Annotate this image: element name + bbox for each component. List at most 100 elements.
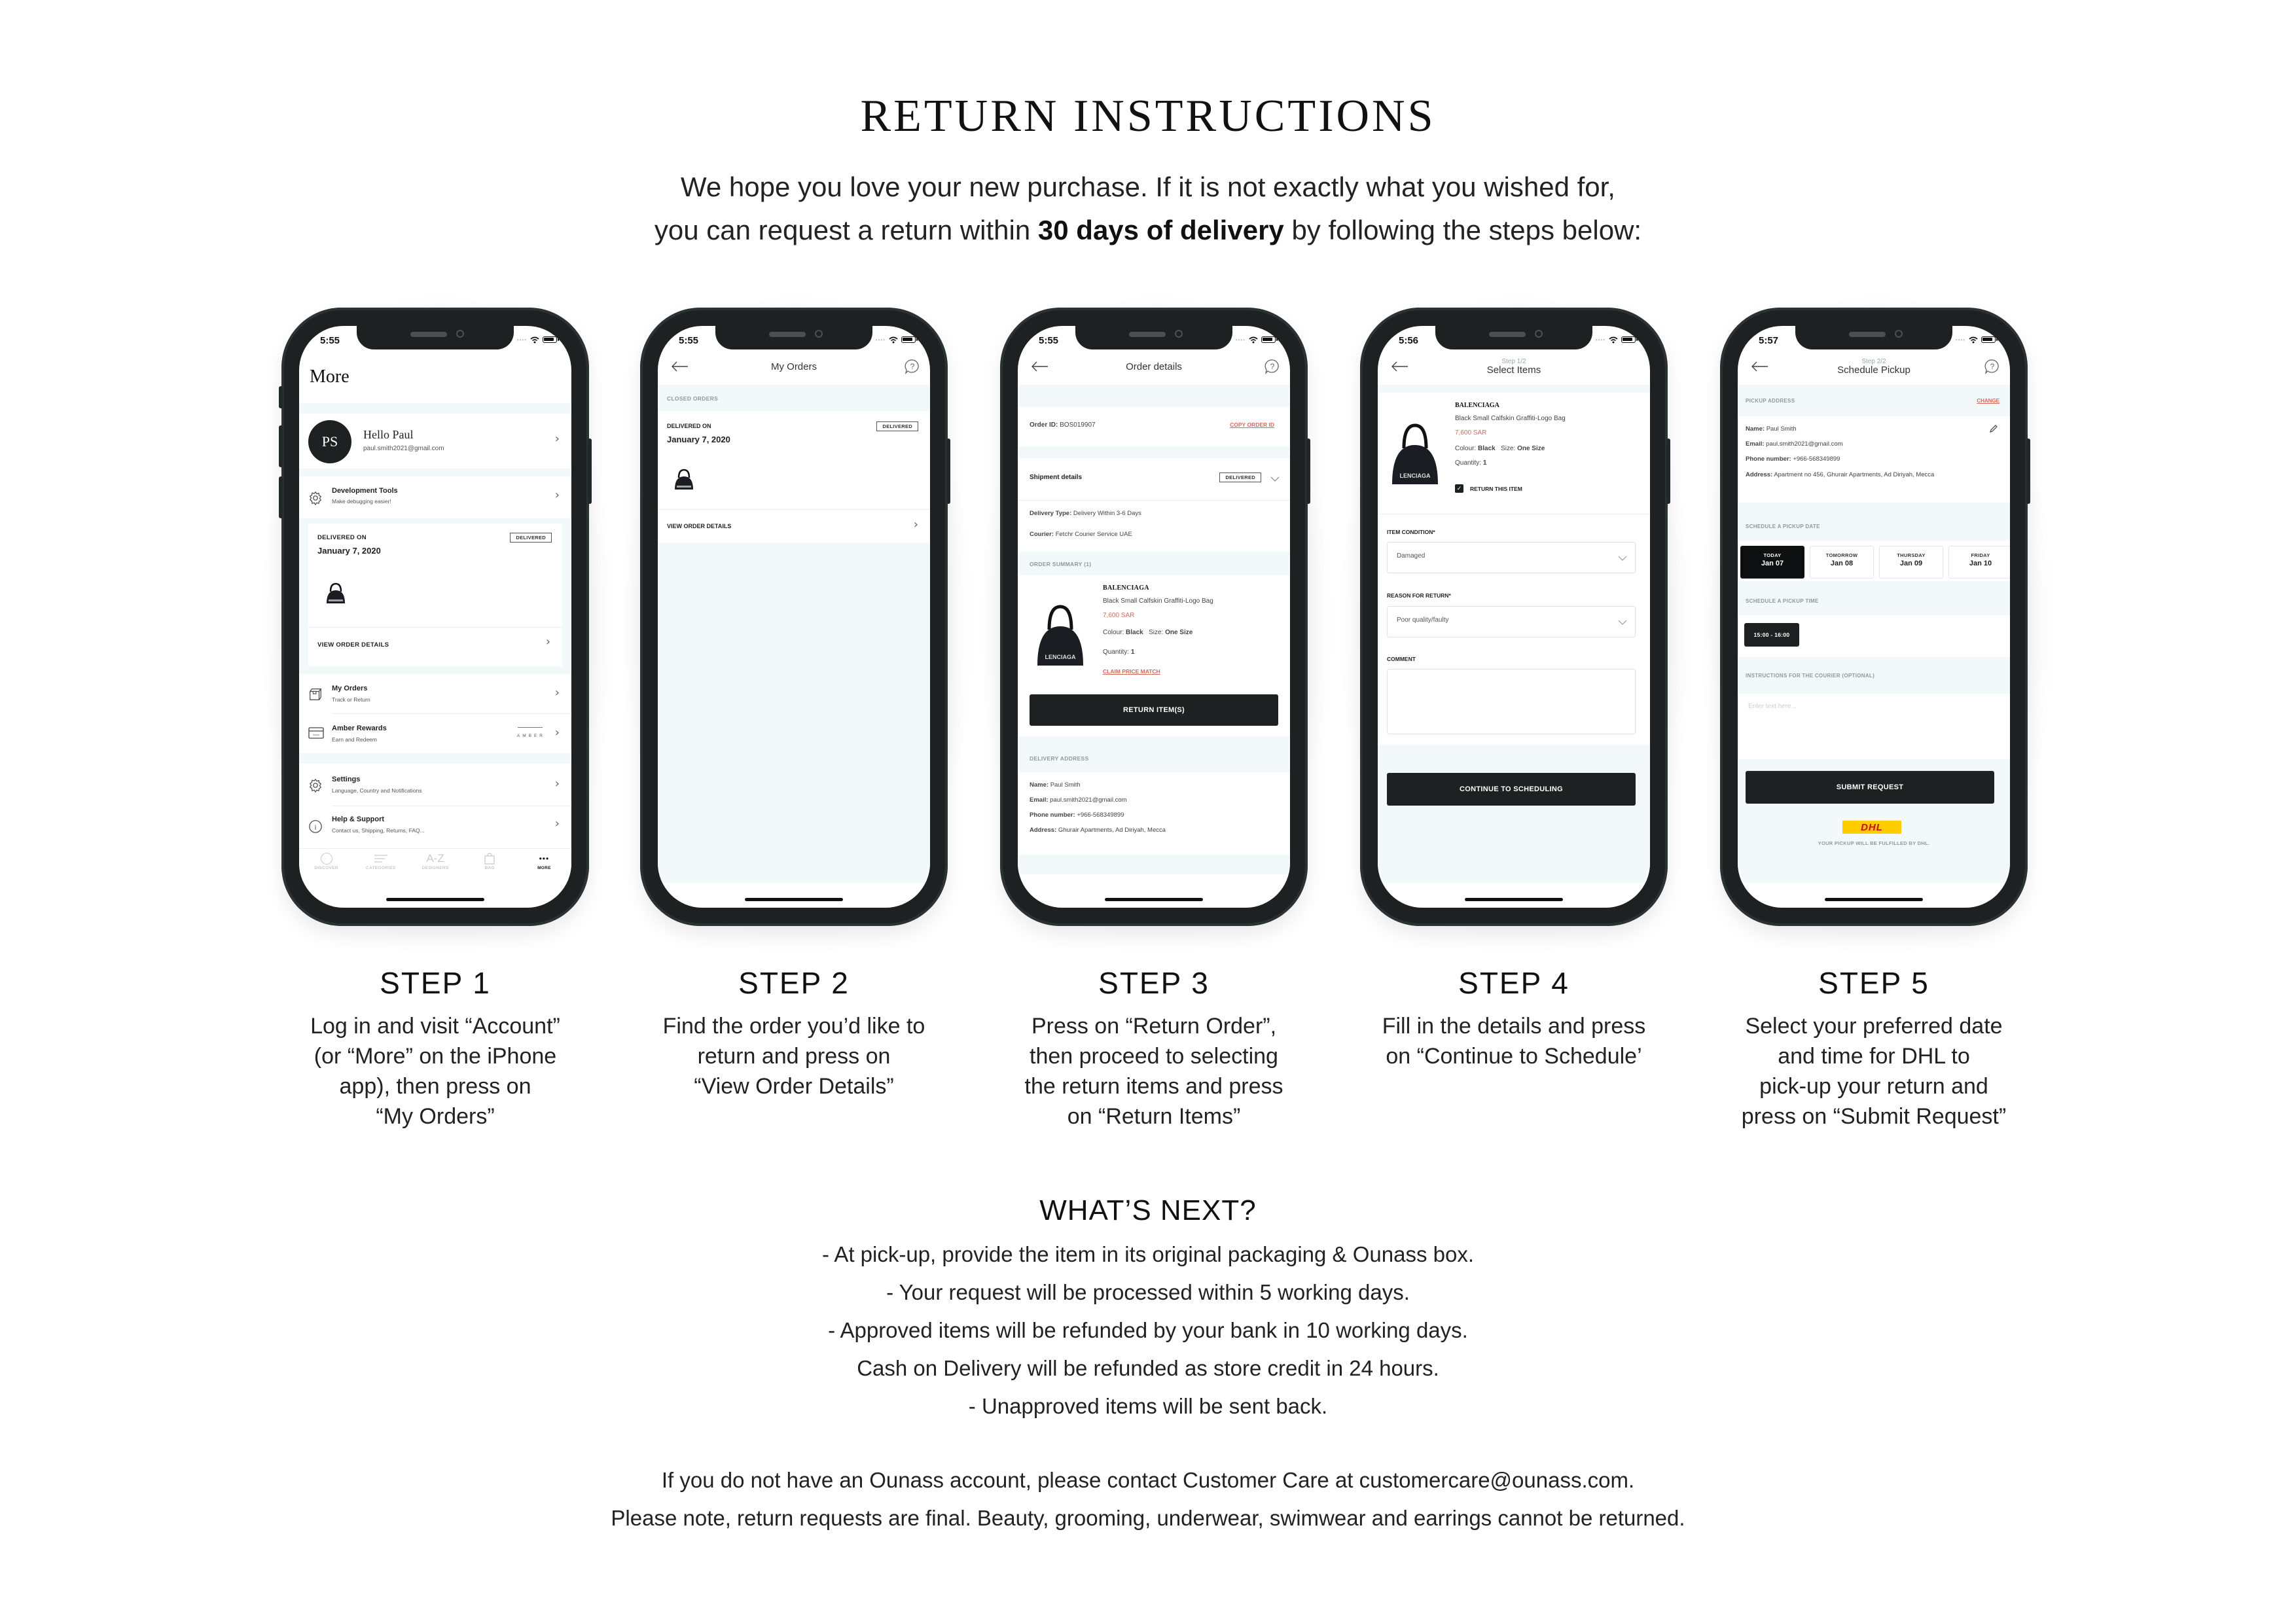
screen-title: Order details — [1126, 361, 1182, 372]
comment-textarea[interactable] — [1387, 669, 1636, 734]
screen-title: Schedule Pickup — [1837, 365, 1910, 376]
section-header: SCHEDULE A PICKUP DATE — [1738, 503, 2010, 541]
step-5-description: Select your preferred date and time for … — [1741, 1014, 2007, 1129]
submit-request-button[interactable]: SUBMIT REQUEST — [1746, 771, 1994, 804]
closed-orders-label: CLOSED ORDERS — [667, 395, 719, 402]
power-button — [588, 438, 592, 504]
whats-next-line: - Approved items will be refunded by you… — [828, 1318, 1468, 1342]
menu-item-subtitle: Earn and Redeem — [332, 736, 377, 743]
continue-to-scheduling-button[interactable]: CONTINUE TO SCHEDULING — [1387, 773, 1636, 806]
speaker — [1489, 332, 1526, 337]
silent-switch — [279, 386, 283, 408]
help-icon[interactable]: ? — [1984, 359, 2001, 374]
empty-area — [658, 543, 930, 883]
footer-contact: If you do not have an Ounass account, pl… — [661, 1468, 1635, 1492]
amber-logo-mark — [518, 727, 543, 728]
tab-designers[interactable]: A-Z DESIGNERS — [408, 849, 462, 882]
shipment-details-row[interactable]: Shipment details DELIVERED — [1018, 458, 1290, 500]
chevron-down-icon — [1618, 620, 1627, 625]
tab-label: CATEGORIES — [366, 866, 396, 870]
menu-item-title: Settings — [332, 776, 361, 783]
dev-tools-row[interactable]: Development Tools Make debugging easier!… — [299, 476, 571, 518]
home-indicator — [386, 898, 484, 901]
tab-categories[interactable]: CATEGORIES — [353, 849, 408, 882]
phone-frame: 5:55 •••• More PS Hello Paul paul.smith2… — [279, 308, 592, 926]
signal-dots-icon: •••• — [1235, 336, 1246, 343]
date-chip[interactable]: FRIDAY Jan 10 — [1948, 546, 2010, 579]
handbag-image: LENCIAGA — [1037, 605, 1083, 666]
reason-label: REASON FOR RETURN* — [1387, 592, 1451, 599]
quantity-value: 1 — [1482, 459, 1487, 467]
date-chip[interactable]: THURSDAY Jan 09 — [1879, 546, 1943, 579]
return-this-item-checkbox[interactable]: ✓ RETURN THIS ITEM — [1455, 484, 1522, 493]
tab-bag[interactable]: BAG — [463, 849, 517, 882]
date-chip[interactable]: TOMORROW Jan 08 — [1810, 546, 1874, 579]
whats-next-line: - At pick-up, provide the item in its or… — [821, 1242, 1474, 1266]
tab-discover[interactable]: DISCOVER — [299, 849, 353, 882]
order-card[interactable]: DELIVERED ON January 7, 2020 DELIVERED V… — [308, 524, 562, 666]
product-brand: BALENCIAGA — [1103, 584, 1149, 592]
colour-value: Black — [1478, 445, 1496, 452]
back-arrow-icon[interactable] — [1749, 359, 1770, 374]
tab-more[interactable]: ••• MORE — [517, 849, 571, 882]
menu-item-settings[interactable]: Settings Language, Country and Notificat… — [299, 764, 571, 806]
profile-greeting: Hello Paul — [363, 428, 414, 441]
product-attributes: Colour: Black Size: One Size — [1103, 629, 1193, 636]
screen-schedule-pickup: 5:57 •••• Step 2/2 Schedule Pickup ? PICK… — [1738, 326, 2010, 908]
date-picker: TODAY Jan 07 TOMORROW Jan 08 THURSDAY Jan 09 F… — [1738, 541, 2010, 581]
item-condition-select[interactable]: Damaged — [1387, 542, 1636, 573]
time-slot-chip[interactable]: 15:00 - 16:00 — [1744, 623, 1799, 647]
back-arrow-icon[interactable] — [1390, 359, 1410, 374]
order-id-label: Order ID: — [1030, 421, 1058, 429]
menu-item-amber-rewards[interactable]: Amber Rewards Earn and Redeem AMBER › — [299, 714, 571, 753]
product-name: Black Small Calfskin Graffiti-Logo Bag — [1455, 415, 1566, 422]
menu-item-help-support[interactable]: i Help & Support Contact us, Shipping, R… — [299, 806, 571, 848]
name-label: Name: — [1746, 425, 1765, 433]
view-order-details-link[interactable]: VIEW ORDER DETAILS — [317, 641, 389, 649]
product-quantity: Quantity: 1 — [1103, 649, 1134, 656]
change-address-link[interactable]: CHANGE — [1977, 398, 2000, 404]
order-card[interactable]: DELIVERED ON January 7, 2020 DELIVERED — [658, 411, 930, 509]
tab-label: BAG — [484, 866, 495, 870]
instructions-input[interactable]: Enter text here... — [1738, 694, 2010, 759]
view-order-details-row[interactable]: VIEW ORDER DETAILS › — [658, 510, 930, 543]
help-icon[interactable]: ? — [904, 359, 921, 374]
screen-more: 5:55 •••• More PS Hello Paul paul.smith2… — [299, 326, 571, 908]
step-4-title: STEP 4 — [1458, 966, 1570, 1000]
camera — [1895, 330, 1903, 338]
status-time: 5:55 — [679, 335, 699, 346]
profile-email: paul.smith2021@gmail.com — [363, 445, 444, 452]
back-arrow-icon[interactable] — [670, 359, 691, 374]
phone-label: Phone number: — [1030, 812, 1075, 819]
copy-order-id-link[interactable]: COPY ORDER ID — [1230, 421, 1274, 428]
address-line: Address: Apartment no 456, Ghurair Apart… — [1746, 471, 1955, 480]
gear-icon — [309, 491, 322, 505]
phone-step-2: 5:55 •••• My Orders ? CLOSED ORDERS DELI… — [620, 294, 974, 955]
gear-icon — [309, 778, 322, 793]
intro-text: you can request a return within — [654, 215, 1038, 245]
product-attributes: Colour: Black Size: One Size — [1455, 445, 1545, 452]
chevron-right-icon: › — [554, 686, 560, 700]
intro-text: by following the steps below: — [1283, 215, 1642, 245]
notch — [1435, 326, 1592, 349]
reason-select[interactable]: Poor quality/faulty — [1387, 606, 1636, 637]
back-arrow-icon[interactable] — [1030, 359, 1050, 374]
section-header: ORDER SUMMARY (1) — [1018, 552, 1290, 575]
menu-item-my-orders[interactable]: My Orders Track or Return › — [299, 674, 571, 713]
pencil-edit-icon[interactable] — [1989, 424, 1998, 433]
status-time: 5:56 — [1399, 335, 1419, 346]
help-icon[interactable]: ? — [1264, 359, 1281, 374]
signal-dots-icon: •••• — [516, 336, 527, 343]
bag-icon — [484, 853, 495, 865]
return-items-button[interactable]: RETURN ITEM(S) — [1030, 694, 1278, 726]
amber-logo: AMBER — [516, 734, 545, 738]
courier: Courier: Fetchr Courier Service UAE — [1030, 531, 1132, 538]
step-2-description: Find the order you’d like to return and … — [662, 1014, 925, 1099]
colour-value: Black — [1126, 629, 1143, 636]
divider — [308, 627, 562, 628]
chevron-right-icon: › — [554, 432, 560, 446]
date-chip[interactable]: TODAY Jan 07 — [1740, 546, 1804, 579]
date-chip-date: Jan 07 — [1761, 560, 1784, 567]
profile-row[interactable]: PS Hello Paul paul.smith2021@gmail.com › — [299, 414, 571, 469]
claim-price-match-link[interactable]: CLAIM PRICE MATCH — [1103, 668, 1160, 675]
